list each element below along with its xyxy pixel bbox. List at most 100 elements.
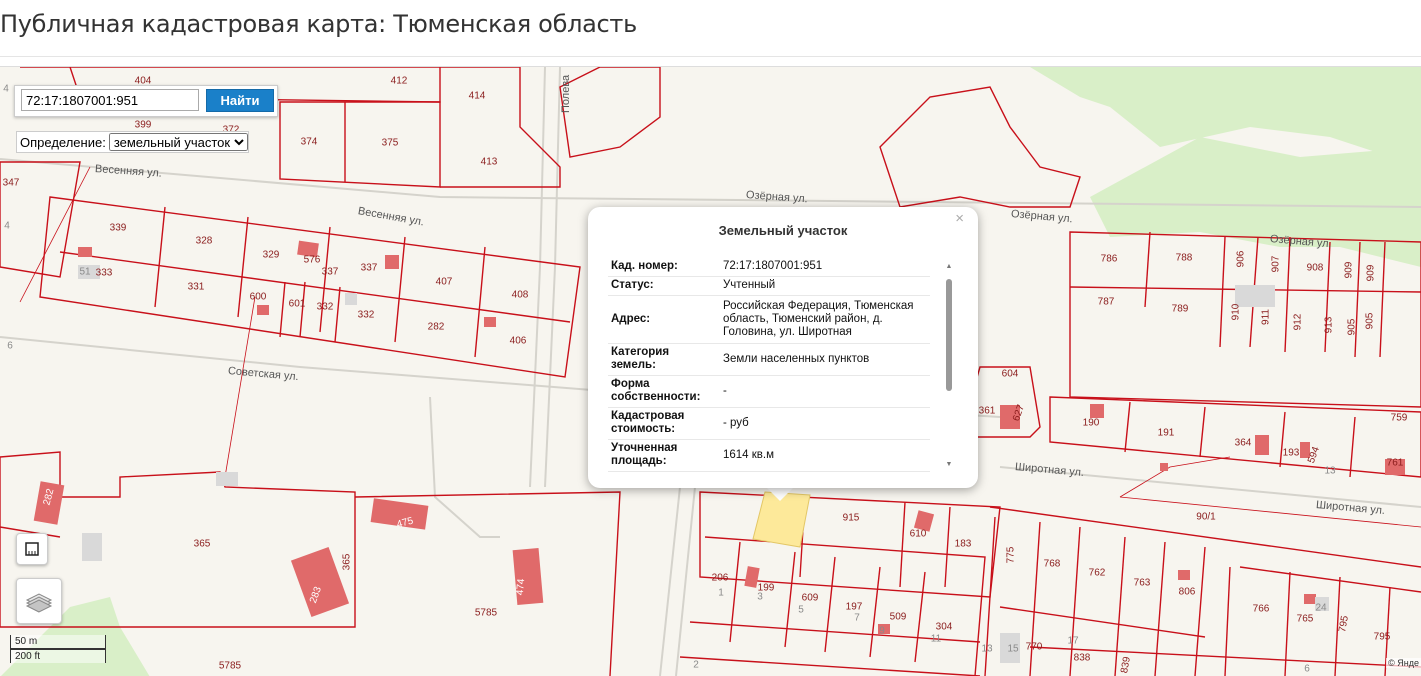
parcel-label: 1 — [718, 587, 724, 599]
parcel-label: 509 — [889, 611, 907, 623]
parcel-label: 413 — [480, 156, 498, 168]
parcel-label: 912 — [1292, 313, 1304, 331]
ruler-icon — [25, 542, 39, 556]
parcel-label: 5785 — [474, 607, 498, 619]
parcel-label: 365 — [193, 538, 211, 550]
parcel-label: 5 — [798, 604, 804, 616]
parcel-label: 795 — [1373, 631, 1391, 643]
parcel-label: 406 — [509, 335, 527, 347]
info-key: Статус: — [608, 276, 714, 296]
info-value: 1614 кв.м — [714, 439, 930, 472]
scroll-thumb[interactable] — [946, 279, 952, 391]
info-key: Уточненная площадь: — [608, 439, 714, 472]
info-key: Форма собственности: — [608, 375, 714, 408]
parcel-label: 15 — [1007, 643, 1019, 655]
table-row: Кадастровая стоимость: - руб — [608, 407, 930, 440]
table-row: Адрес: Российская Федерация, Тюменская об… — [608, 295, 930, 344]
parcel-label: 762 — [1088, 567, 1106, 579]
parcel-label: 17 — [1067, 635, 1079, 647]
popup-scrollbar[interactable]: ▲ ▼ — [944, 263, 954, 469]
parcel-label: 329 — [262, 249, 280, 261]
scale-bar: 50 m 200 ft — [10, 635, 106, 663]
parcel-label: 763 — [1133, 577, 1151, 589]
parcel-label: 788 — [1175, 252, 1193, 264]
parcel-label: 191 — [1157, 427, 1175, 439]
parcel-label: 576 — [303, 254, 321, 266]
scale-metric: 50 m — [10, 635, 106, 649]
parcel-label: 766 — [1252, 603, 1270, 615]
definition-select[interactable]: земельный участок — [108, 133, 248, 151]
info-value: 72:17:1807001:951 — [714, 257, 930, 277]
parcel-label: 407 — [435, 276, 453, 288]
parcel-label: 13 — [1324, 465, 1336, 477]
table-row: Категория земель: Земли населенных пункто… — [608, 343, 930, 376]
scroll-up-icon[interactable]: ▲ — [944, 263, 954, 271]
parcel-label: 7 — [854, 612, 860, 624]
parcel-label: 907 — [1270, 255, 1282, 273]
layers-button[interactable] — [16, 578, 62, 624]
cadastral-search-input[interactable] — [21, 89, 199, 111]
scroll-down-icon[interactable]: ▼ — [944, 461, 954, 469]
parcel-label: 909 — [1365, 264, 1377, 282]
parcel-label: 11 — [930, 633, 942, 645]
parcel-label: 913 — [1323, 316, 1335, 334]
parcel-label: 304 — [935, 621, 953, 633]
parcel-label: 905 — [1346, 318, 1358, 336]
parcel-info-table: Кад. номер: 72:17:1807001:951 Статус: Учте… — [608, 257, 930, 472]
table-row: Уточненная площадь: 1614 кв.м — [608, 439, 930, 472]
parcel-label: 838 — [1073, 652, 1091, 664]
scale-imperial: 200 ft — [10, 649, 106, 663]
parcel-label: 6 — [7, 340, 13, 352]
parcel-label: 328 — [195, 235, 213, 247]
parcel-label: 765 — [1296, 613, 1314, 625]
parcel-label: 604 — [1001, 368, 1019, 380]
cadastral-map[interactable]: 404 412 414 399 372 374 375 413 347 339 … — [0, 66, 1421, 676]
popup-pointer — [766, 487, 794, 501]
parcel-label: 909 — [1343, 261, 1355, 279]
info-value: - руб — [714, 407, 930, 440]
ruler-button[interactable] — [16, 533, 48, 565]
table-row: Кад. номер: 72:17:1807001:951 — [608, 257, 930, 277]
parcel-label: 5785 — [218, 660, 242, 672]
parcel-label: 908 — [1306, 262, 1324, 274]
parcel-label: 365 — [341, 553, 353, 571]
parcel-label: 332 — [316, 301, 334, 313]
info-value: - — [714, 375, 930, 408]
parcel-label: 364 — [1234, 437, 1252, 449]
parcel-label: 13 — [981, 643, 993, 655]
parcel-label: 331 — [187, 281, 205, 293]
parcel-label: 806 — [1178, 586, 1196, 598]
parcel-label: 337 — [360, 262, 378, 274]
parcel-label: 197 — [845, 601, 863, 613]
parcel-label: 3 — [757, 591, 763, 603]
parcel-label: 4 — [3, 83, 9, 95]
search-button[interactable]: Найти — [206, 89, 274, 112]
parcel-label: 414 — [468, 90, 486, 102]
definition-label: Определение: — [20, 134, 106, 150]
popup-title: Земельный участок — [718, 223, 848, 238]
parcel-label: 332 — [357, 309, 375, 321]
parcel-label: 6 — [1304, 663, 1310, 675]
layers-icon — [25, 593, 53, 613]
street-label: Полева — [560, 74, 572, 113]
parcel-label: 601 — [288, 298, 306, 310]
info-value: Российская Федерация, Тюменская область,… — [714, 295, 930, 344]
parcel-label: 911 — [1260, 309, 1272, 325]
parcel-label: 333 — [95, 267, 113, 279]
parcel-label: 770 — [1025, 641, 1043, 653]
search-panel: Найти — [14, 85, 278, 117]
parcel-label: 375 — [381, 137, 399, 149]
parcel-label: 759 — [1390, 412, 1408, 424]
parcel-label: 761 — [1386, 457, 1404, 469]
parcel-label: 24 — [1315, 602, 1327, 614]
parcel-label: 787 — [1097, 296, 1115, 308]
parcel-label: 610 — [909, 528, 927, 540]
parcel-label: 408 — [511, 289, 529, 301]
info-key: Кад. номер: — [608, 257, 714, 277]
parcel-label: 906 — [1235, 250, 1247, 268]
parcel-info-popup: × Земельный участок Кад. номер: 72:17:180… — [588, 207, 978, 488]
map-copyright[interactable]: © Янде — [1386, 658, 1421, 668]
info-key: Кадастровая стоимость: — [608, 407, 714, 440]
parcel-label: 374 — [300, 136, 318, 148]
parcel-label: 768 — [1043, 558, 1061, 570]
